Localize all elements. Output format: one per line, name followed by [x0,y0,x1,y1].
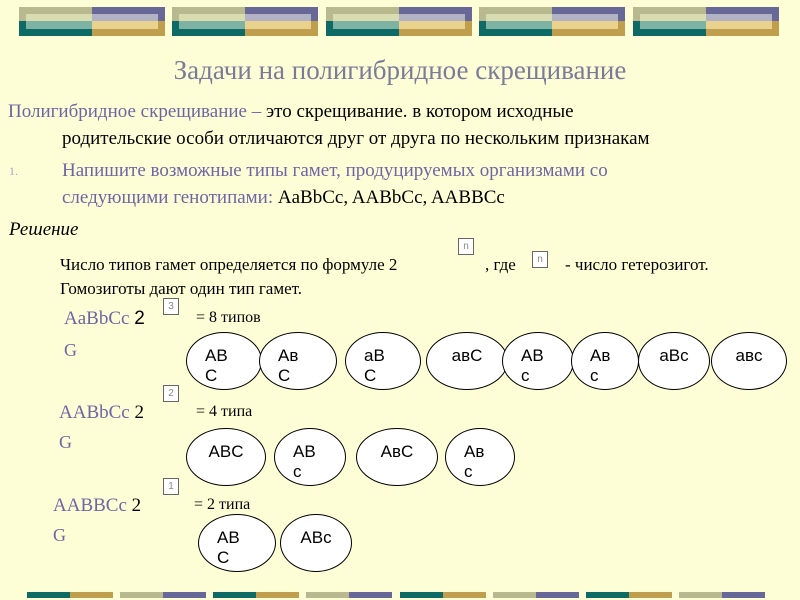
gamete-oval: Aв c [445,428,515,486]
header-block [19,7,165,36]
genotype-label: AABBCc [53,495,127,516]
gamete-label: Aв c [590,346,611,385]
exponent-box: 1 [163,478,179,495]
gamete-label: G [59,432,72,452]
gamete-oval: Aв C [259,332,337,390]
formula-text: Число типов гамет определяется по формул… [60,255,398,274]
gamete-oval: aBc [638,332,710,390]
gamete-oval: AB c [502,332,574,390]
gamete-oval: aвc [711,332,787,390]
homozygote-note: Гомозиготы дают один тип гамет. [60,279,303,298]
gamete-label: AB C [205,346,228,385]
genotype-3: AABBCc 2 [53,495,141,517]
slide-title: Задачи на полигибридное скрещивание [173,55,627,85]
gamete-label: G [64,340,77,360]
definition-line-1: Полигибридное скрещивание – это скрещива… [8,101,574,123]
footer-bar [400,592,486,598]
gamete-label: aвc [735,346,763,365]
gamete-label: Aв C [278,346,299,385]
formula-base: 2 [131,495,142,516]
footer-bar [27,592,113,598]
header-block [633,7,779,36]
genotype-1: AaBbCc 2 [64,308,145,330]
gamete-label: AB c [293,442,316,481]
gamete-oval: ABc [280,514,352,572]
footer-bar [213,592,299,598]
exponent-box: 3 [163,298,179,315]
task-line-1: Напишите возможные типы гамет, продуциру… [62,160,608,181]
gamete-label: ABC [208,442,244,461]
gamete-label: AвC [380,442,414,461]
footer-bar [120,592,206,598]
formula-var-box: n [532,251,548,268]
gamete-label: aB C [364,346,385,385]
solution-heading: Решение [9,219,79,240]
gamete-oval: Aв c [571,332,639,390]
gamete-oval: aвC [426,332,508,390]
result-count: = 8 типов [196,309,261,326]
gamete-oval: AB c [274,428,346,486]
gamete-oval: aB C [345,332,421,390]
formula-base: 2 [134,402,144,423]
genotype-label: AaBbCc [64,308,130,329]
task-line-2: следующими генотипами: AaBbCc, AABbCc, A… [62,187,505,209]
gamete-oval: AB C [198,514,276,572]
gamete-label: Aв c [464,442,485,481]
result-count: = 2 типа [194,496,251,513]
footer-bar [679,592,765,598]
footer-bar [493,592,579,598]
genotype-label: AABbCc [59,402,130,423]
list-number: 1. [9,164,18,178]
gamete-label: aвC [451,346,483,365]
gamete-oval: ABC [186,428,266,486]
footer-bar [586,592,672,598]
definition-term: Полигибридное скрещивание – [8,101,262,122]
task-prefix: следующими генотипами: [62,187,278,208]
task-genotypes: AaBbCc, AABbCc, AABBCc [277,187,505,208]
gamete-oval: AвC [356,428,438,486]
result-count: = 4 типа [196,403,253,420]
formula-base: 2 [134,308,145,329]
definition-line-2: родительские особи отличаются друг от др… [62,128,650,149]
definition-text: это скрещивание. в котором исходные [261,101,574,122]
footer-bar [306,592,392,598]
gamete-label: ABc [300,528,332,547]
exponent-box: 2 [163,385,179,402]
header-block [172,7,318,36]
gamete-label: G [53,525,66,545]
formula-rest: - число гетерозигот. [565,255,709,274]
genotype-2: AABbCc 2 [59,402,144,424]
header-block [326,7,472,36]
formula-where: , где [485,255,516,274]
gamete-label: AB c [521,346,544,385]
gamete-label: AB C [217,528,240,567]
formula-exponent-box: n [458,238,474,255]
gamete-oval: AB C [186,332,262,390]
header-block [479,7,625,36]
gamete-label: aBc [659,346,689,365]
